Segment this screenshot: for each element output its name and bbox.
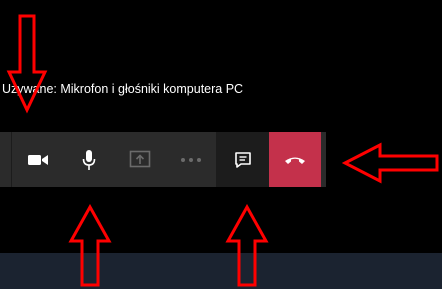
call-toolbar bbox=[0, 132, 326, 187]
more-options-button[interactable] bbox=[165, 132, 216, 187]
hang-up-button[interactable] bbox=[269, 132, 321, 187]
annotation-arrow-right-hangup bbox=[342, 142, 439, 184]
toolbar-main-group bbox=[12, 132, 216, 187]
camera-button[interactable] bbox=[12, 132, 63, 187]
bottom-panel bbox=[0, 253, 442, 289]
more-options-icon bbox=[180, 157, 201, 162]
annotation-arrow-top bbox=[6, 14, 48, 114]
toolbar-left-edge bbox=[0, 132, 12, 187]
share-screen-button[interactable] bbox=[114, 132, 165, 187]
microphone-icon bbox=[82, 149, 95, 170]
video-camera-icon bbox=[27, 154, 48, 165]
share-screen-icon bbox=[129, 150, 150, 167]
chat-icon bbox=[234, 151, 251, 168]
annotation-arrow-bottom-chat bbox=[225, 204, 269, 287]
microphone-button[interactable] bbox=[63, 132, 114, 187]
chat-button[interactable] bbox=[216, 132, 269, 187]
hang-up-icon bbox=[285, 157, 305, 164]
annotation-arrow-bottom-mic bbox=[68, 204, 112, 287]
